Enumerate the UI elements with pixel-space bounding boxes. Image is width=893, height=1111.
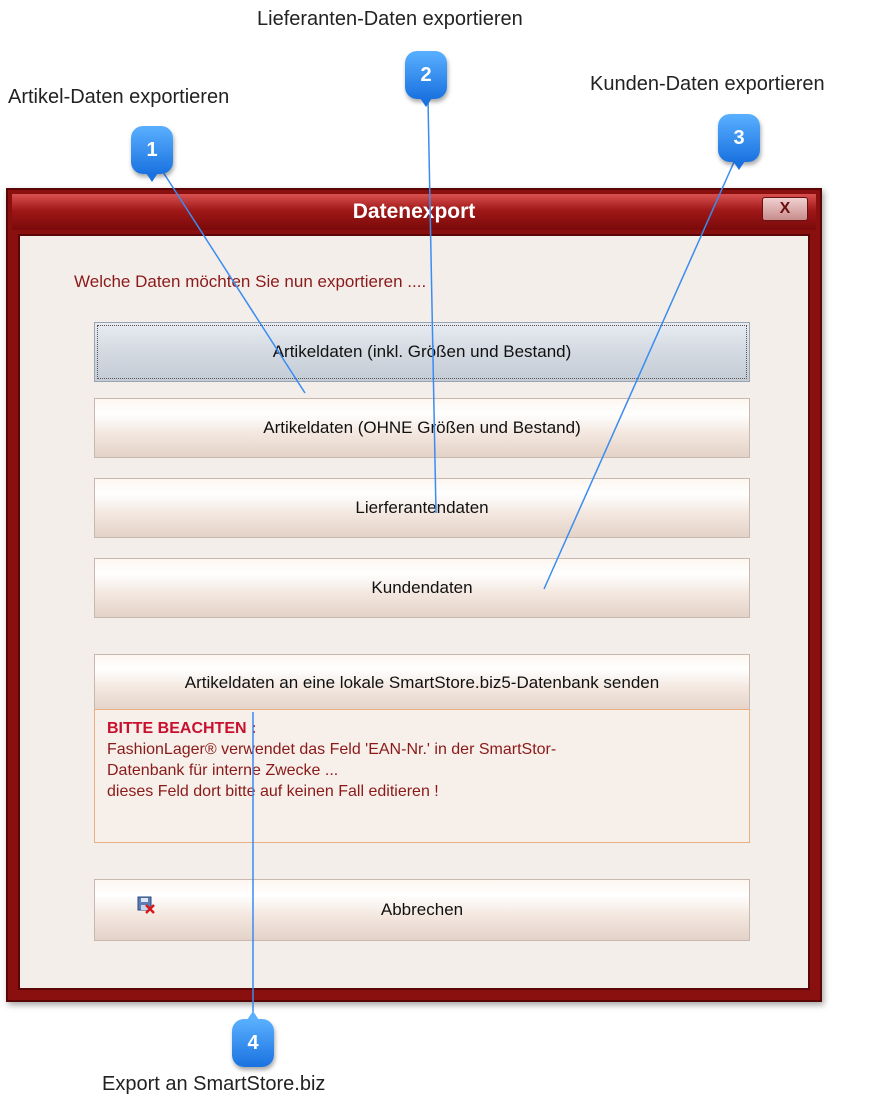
export-articles-without-sizes-button[interactable]: Artikeldaten (OHNE Größen und Bestand) xyxy=(94,398,750,458)
datenexport-dialog: Datenexport X Welche Daten möchten Sie n… xyxy=(6,188,822,1002)
title-bar[interactable]: Datenexport X xyxy=(12,194,816,230)
button-label: Abbrechen xyxy=(380,900,464,919)
close-button[interactable]: X xyxy=(762,197,808,221)
note-line-2: Datenbank für interne Zwecke ... xyxy=(107,762,339,779)
export-customers-button[interactable]: Kundendaten xyxy=(94,558,750,618)
export-articles-with-sizes-button[interactable]: Artikeldaten (inkl. Größen und Bestand) xyxy=(94,322,750,382)
button-label: Artikeldaten (inkl. Größen und Bestand) xyxy=(272,342,572,361)
callout-label-4: Export an SmartStore.biz xyxy=(102,1073,326,1095)
callout-badge-4: 4 xyxy=(232,1011,274,1067)
cancel-button[interactable]: Abbrechen xyxy=(94,879,750,941)
callout-badge-1: 1 xyxy=(131,126,173,182)
close-icon: X xyxy=(779,200,791,217)
callout-badge-2: 2 xyxy=(405,51,447,107)
callout-badge-3: 3 xyxy=(718,114,760,170)
callout-label-2: Lieferanten-Daten exportieren xyxy=(257,8,523,30)
prompt-text: Welche Daten möchten Sie nun exportieren… xyxy=(74,272,427,291)
disk-with-red-x-icon xyxy=(137,896,155,914)
warning-note: BITTE BEACHTEN : FashionLager® verwendet… xyxy=(94,709,750,843)
button-label: Lierferantendaten xyxy=(355,498,489,517)
note-line-1: FashionLager® verwendet das Feld 'EAN-Nr… xyxy=(107,741,557,758)
note-line-3: dieses Feld dort bitte auf keinen Fall e… xyxy=(107,783,439,800)
button-label: Artikeldaten (OHNE Größen und Bestand) xyxy=(263,418,581,437)
note-title: BITTE BEACHTEN : xyxy=(107,720,257,737)
callout-label-3: Kunden-Daten exportieren xyxy=(590,73,825,95)
export-suppliers-button[interactable]: Lierferantendaten xyxy=(94,478,750,538)
window-title: Datenexport xyxy=(352,200,476,223)
button-label: Kundendaten xyxy=(371,578,473,597)
export-smartstore-button[interactable]: Artikeldaten an eine lokale SmartStore.b… xyxy=(94,654,750,712)
button-label: Artikeldaten an eine lokale SmartStore.b… xyxy=(184,673,660,692)
callout-label-1: Artikel-Daten exportieren xyxy=(8,86,230,108)
dialog-client-area: Welche Daten möchten Sie nun exportieren… xyxy=(18,234,810,990)
